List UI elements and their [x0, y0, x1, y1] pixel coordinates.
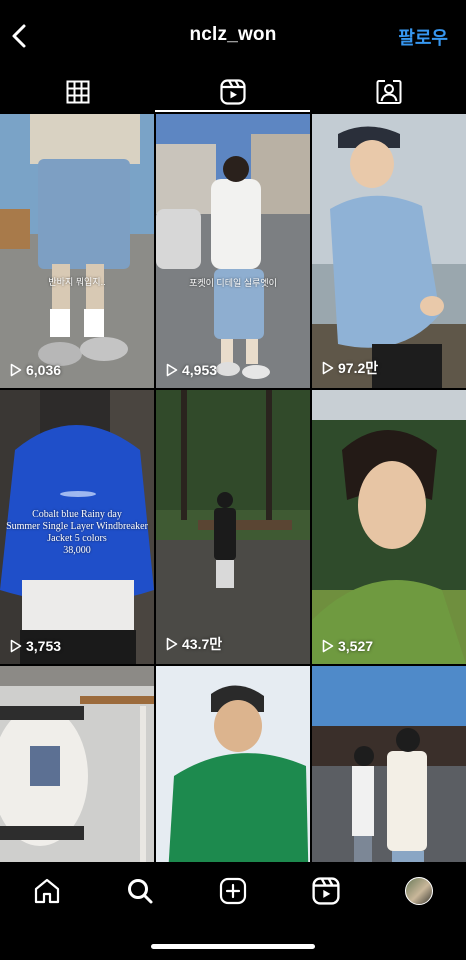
top-bar: nclz_won 팔로우 [0, 0, 466, 72]
reel-thumbnail[interactable]: 43.7만 [156, 390, 310, 664]
bottom-navigation [0, 862, 466, 960]
reel-thumbnail[interactable] [312, 666, 466, 862]
reels-grid: 반바지 뭐입지.. 6,036 포켓이 디테일 실루엣이 4,953 97.2만… [0, 114, 466, 862]
nav-reels[interactable] [311, 876, 341, 906]
view-count-label: 97.2만 [338, 360, 379, 376]
play-icon [10, 639, 22, 653]
view-count-label: 6,036 [26, 362, 62, 378]
nav-search[interactable] [125, 876, 155, 906]
reel-caption-overlay: 포켓이 디테일 실루엣이 [189, 278, 277, 288]
view-count: 6,036 [10, 362, 61, 378]
view-count-label: 4,953 [182, 362, 218, 378]
nav-create[interactable] [218, 876, 248, 906]
play-icon [166, 637, 178, 651]
reel-caption-overlay: 반바지 뭐입지.. [48, 277, 106, 287]
add-square-icon [219, 877, 247, 905]
profile-username: nclz_won [189, 24, 277, 45]
reel-thumbnail[interactable]: Cobalt blue Rainy day Summer Single Laye… [0, 390, 154, 664]
reel-image [312, 390, 466, 664]
home-indicator [151, 944, 315, 949]
active-tab-indicator [155, 110, 310, 112]
view-count-label: 3,753 [26, 638, 62, 654]
reel-image [156, 390, 310, 664]
play-icon [322, 639, 334, 653]
follow-button[interactable]: 팔로우 [398, 24, 448, 50]
reels-icon [312, 877, 340, 905]
view-count: 43.7만 [166, 634, 222, 654]
reel-thumbnail[interactable]: 반바지 뭐입지.. 6,036 [0, 114, 154, 388]
play-icon [166, 363, 178, 377]
grid-icon [66, 80, 89, 104]
reel-thumbnail[interactable] [0, 666, 154, 862]
home-icon [34, 878, 60, 904]
tagged-person-icon [376, 80, 401, 104]
tab-posts-grid[interactable] [0, 72, 155, 112]
nav-profile[interactable] [404, 876, 434, 906]
view-count-label: 3,527 [338, 638, 374, 654]
reel-image [0, 666, 154, 862]
search-icon [128, 879, 153, 904]
tab-reels[interactable] [155, 72, 310, 112]
reel-image [312, 114, 466, 388]
reel-image [312, 666, 466, 862]
view-count-label: 43.7만 [182, 636, 223, 652]
reel-thumbnail[interactable]: 포켓이 디테일 실루엣이 4,953 [156, 114, 310, 388]
play-icon [10, 363, 22, 377]
reel-thumbnail[interactable]: 97.2만 [312, 114, 466, 388]
reel-image [156, 666, 310, 862]
view-count: 4,953 [166, 362, 217, 378]
reel-caption-overlay: Cobalt blue Rainy day Summer Single Laye… [6, 509, 148, 556]
profile-tabs [0, 72, 466, 112]
reel-thumbnail[interactable]: 3,527 [312, 390, 466, 664]
reel-image [0, 114, 154, 388]
nav-home[interactable] [32, 876, 62, 906]
view-count: 3,753 [10, 638, 61, 654]
reel-thumbnail[interactable] [156, 666, 310, 862]
view-count: 97.2만 [322, 358, 378, 378]
reel-image [156, 114, 310, 388]
tab-tagged[interactable] [311, 72, 466, 112]
reels-icon [219, 79, 246, 105]
view-count: 3,527 [322, 638, 373, 654]
avatar [405, 877, 433, 905]
play-icon [322, 361, 334, 375]
